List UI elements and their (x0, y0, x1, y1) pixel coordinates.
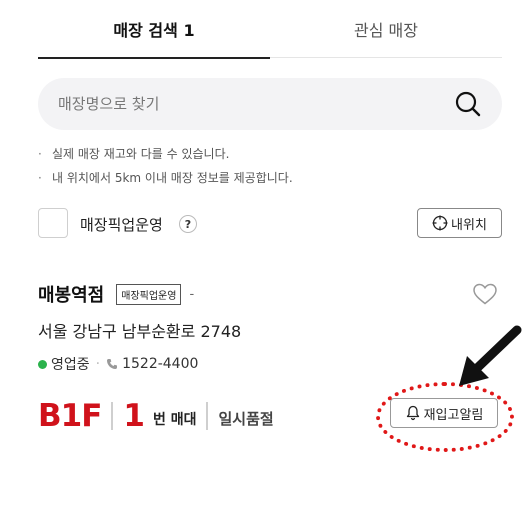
phone-icon (107, 359, 118, 369)
pickup-checkbox[interactable] (38, 208, 68, 238)
annotation-arrow-icon (459, 325, 522, 386)
store-name: 매봉역점 (38, 285, 105, 306)
crosshair-icon (432, 215, 448, 231)
notice-item: 실제 매장 재고와 다를 수 있습니다. (38, 142, 508, 166)
divider (206, 402, 209, 430)
my-location-label: 내위치 (451, 217, 487, 233)
open-status-dot (38, 359, 47, 369)
store-address: 서울 강남구 남부순환로 2748 (38, 322, 242, 341)
pickup-badge: 매장픽업운영 (116, 283, 182, 305)
notice-item: 내 위치에서 5km 이내 매장 정보를 제공합니다. (38, 166, 508, 190)
store-header: 매봉역점 매장픽업운영 - (38, 278, 194, 310)
restock-alert-button[interactable]: 재입고알림 (390, 398, 498, 428)
divider (111, 402, 114, 430)
shelf-number: 1 (123, 398, 145, 434)
separator: · (95, 356, 101, 372)
store-distance: - (189, 286, 195, 302)
search-icon[interactable] (454, 90, 482, 118)
shelf-location: B1F 1 번 매대 일시품절 (38, 396, 274, 436)
store-status-row: 영업중 · 1522-4400 (38, 354, 198, 374)
restock-alert-label: 재입고알림 (423, 407, 484, 423)
store-phone[interactable]: 1522-4400 (122, 356, 198, 372)
heart-icon[interactable] (472, 282, 498, 306)
stock-status: 일시품절 (218, 409, 274, 428)
floor-label: B1F (38, 398, 102, 434)
tab-store-search[interactable]: 매장 검색 1 (38, 0, 270, 59)
search-bar (38, 78, 502, 130)
open-status: 영업중 (51, 357, 90, 373)
bell-icon (406, 405, 419, 421)
help-icon[interactable]: ? (179, 215, 197, 233)
store-tabs: 매장 검색 1 관심 매장 (38, 0, 502, 59)
my-location-button[interactable]: 내위치 (417, 208, 502, 238)
shelf-unit: 번 매대 (152, 412, 197, 428)
pickup-filter: 매장픽업운영 ? 내위치 (38, 208, 502, 240)
notice-list: 실제 매장 재고와 다를 수 있습니다. 내 위치에서 5km 이내 매장 정보… (38, 142, 508, 190)
pickup-filter-label: 매장픽업운영 (80, 216, 163, 234)
search-input[interactable] (58, 78, 438, 130)
tab-favorite-stores[interactable]: 관심 매장 (270, 0, 502, 58)
